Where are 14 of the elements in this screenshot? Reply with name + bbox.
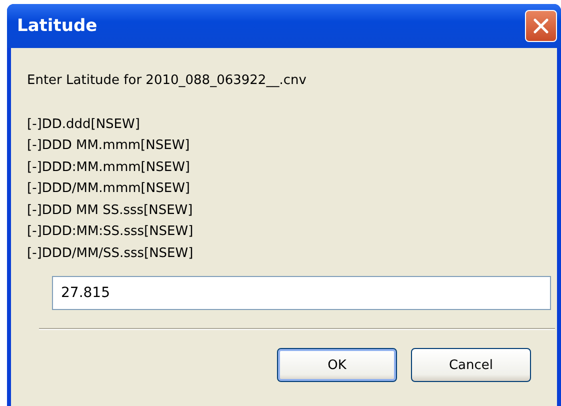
format-text: [-]DDD MM.mmm[NSEW] [27, 137, 191, 155]
window-title: Latitude [17, 16, 98, 36]
close-button[interactable] [525, 10, 557, 42]
format-text: [-]DDD/MM.mmm[NSEW] [27, 180, 191, 198]
input-field[interactable]: 27.815 [52, 276, 551, 310]
format-text: [-]DDD MM SS.sss[NSEW] [27, 202, 194, 220]
format-text: [-]DDD/MM/SS.sss[NSEW] [27, 244, 194, 262]
prompt-text: Enter Latitude for 2010_088_063922__.cnv [27, 72, 308, 90]
cancel-button[interactable]: Cancel [411, 348, 531, 382]
format-text: [-]DD.ddd[NSEW] [27, 116, 141, 134]
ok-button[interactable]: OK [277, 348, 397, 382]
format-text: [-]DDD:MM:SS.sss[NSEW] [27, 223, 194, 241]
close-icon [532, 17, 550, 35]
format-text: [-]DDD:MM.mmm[NSEW] [27, 158, 191, 176]
